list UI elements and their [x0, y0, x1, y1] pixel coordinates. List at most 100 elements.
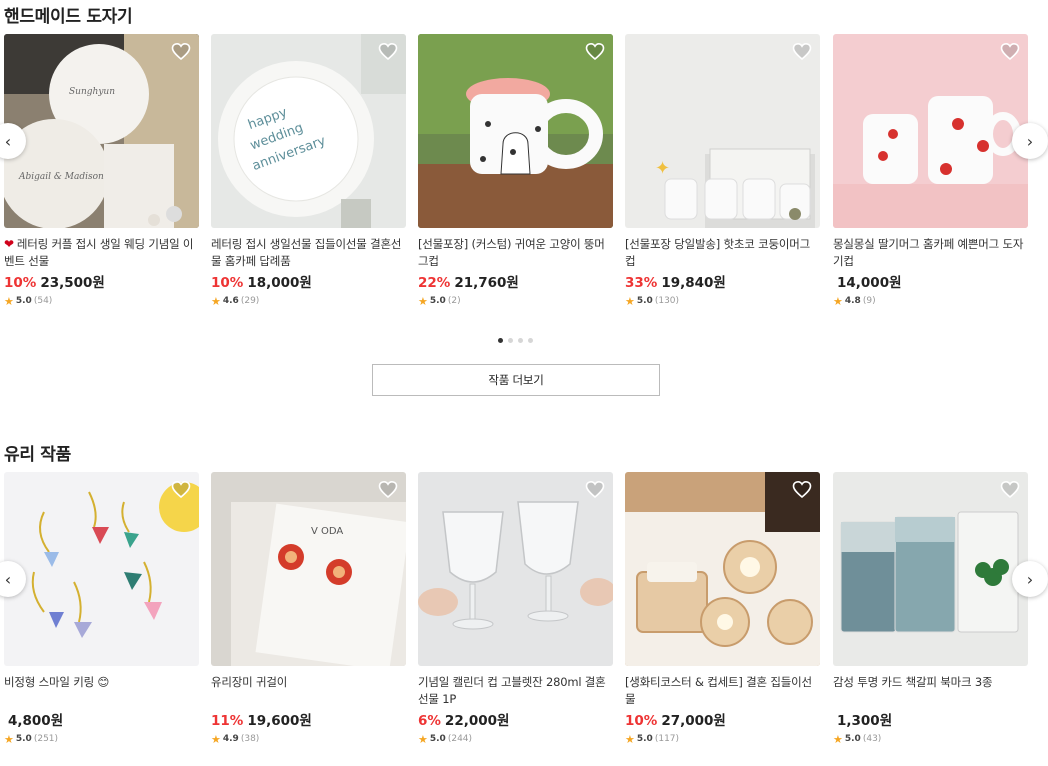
product-name[interactable]: 기념일 캘린더 컵 고블렛잔 280ml 결혼선물 1P [418, 674, 613, 708]
rating: ★ 5.0 (117) [625, 732, 820, 746]
product-image[interactable] [833, 472, 1028, 666]
product-carousel: Sunghyun Abigail & Madison ❤ 레터링 커플 접시 생일… [0, 34, 1048, 324]
price: 1,300원 [837, 713, 893, 729]
product-card[interactable]: happy wedding anniversary 레터링 접시 생일선물 집들… [211, 34, 406, 308]
price: 27,000원 [661, 713, 726, 729]
review-count: (2) [447, 296, 461, 306]
svg-text:Abigail & Madison: Abigail & Madison [18, 172, 104, 182]
price-row: 10% 23,500원 [4, 271, 199, 291]
product-card[interactable]: Sunghyun Abigail & Madison ❤ 레터링 커플 접시 생일… [4, 34, 199, 308]
star-icon: ★ [418, 294, 428, 308]
product-image[interactable] [625, 472, 820, 666]
product-card[interactable]: [선물포장] (커스텀) 귀여운 고양이 뚱머그컵 22% 21,760원 ★ 5.… [418, 34, 613, 308]
product-image[interactable] [4, 472, 199, 666]
discount-rate: 10% [625, 713, 658, 729]
page-dot[interactable] [528, 338, 533, 343]
rating: ★ 5.0 (244) [418, 732, 613, 746]
product-name[interactable]: ❤ 레터링 커플 접시 생일 웨딩 기념일 이벤트 선물 [4, 236, 199, 270]
rating-score: 4.6 [222, 296, 239, 306]
discount-rate: 10% [4, 275, 37, 291]
heart-outline-icon[interactable] [1000, 480, 1020, 500]
star-icon: ★ [4, 732, 14, 746]
product-name[interactable]: 비정형 스마일 키링 😊 [4, 674, 199, 708]
price: 14,000원 [837, 275, 902, 291]
page-dot[interactable] [508, 338, 513, 343]
rating-score: 5.0 [636, 296, 653, 306]
star-icon: ★ [625, 732, 635, 746]
price-row: 11% 19,600원 [211, 709, 406, 729]
rating: ★ 4.9 (38) [211, 732, 406, 746]
product-image[interactable]: happy wedding anniversary [211, 34, 406, 228]
product-card[interactable]: 기념일 캘린더 컵 고블렛잔 280ml 결혼선물 1P 6% 22,000원 ★… [418, 472, 613, 746]
heart-outline-icon[interactable] [171, 42, 191, 62]
product-card[interactable]: 감성 투명 카드 책갈피 북마크 3종 1,300원 ★ 5.0 (43) [833, 472, 1028, 746]
price-row: 10% 27,000원 [625, 709, 820, 729]
product-name[interactable]: [선물포장] (커스텀) 귀여운 고양이 뚱머그컵 [418, 236, 613, 270]
price: 23,500원 [40, 275, 105, 291]
product-image[interactable]: V ODA [211, 472, 406, 666]
rating: ★ 4.6 (29) [211, 294, 406, 308]
discount-rate: 6% [418, 713, 441, 729]
heart-outline-icon[interactable] [792, 42, 812, 62]
product-image[interactable]: Sunghyun Abigail & Madison [4, 34, 199, 228]
product-card[interactable]: 비정형 스마일 키링 😊 4,800원 ★ 5.0 (251) [4, 472, 199, 746]
product-name[interactable]: [생화티코스터 & 컵세트] 결혼 집들이선물 [625, 674, 820, 708]
rating-score: 4.8 [844, 296, 861, 306]
heart-outline-icon[interactable] [378, 480, 398, 500]
review-count: (9) [862, 296, 876, 306]
more-products-button[interactable]: 작품 더보기 [372, 364, 660, 396]
svg-text:V ODA: V ODA [311, 526, 343, 537]
section-title: 핸드메이드 도자기 [4, 7, 133, 27]
heart-outline-icon[interactable] [378, 42, 398, 62]
product-card[interactable]: 몽실몽실 딸기머그 홈카페 예쁜머그 도자기컵 14,000원 ★ 4.8 (9) [833, 34, 1028, 308]
product-name[interactable]: 감성 투명 카드 책갈피 북마크 3종 [833, 674, 1028, 708]
product-image[interactable] [418, 472, 613, 666]
star-icon: ★ [4, 294, 14, 308]
heart-outline-icon[interactable] [171, 480, 191, 500]
chevron-right-icon[interactable]: › [1012, 561, 1048, 597]
discount-rate: 22% [418, 275, 451, 291]
svg-text:Sunghyun: Sunghyun [69, 87, 115, 97]
rating-score: 5.0 [15, 296, 32, 306]
price-row: 14,000원 [833, 271, 1028, 291]
page-dot[interactable] [518, 338, 523, 343]
product-card[interactable]: ✦ [선물포장 당일발송] 핫초코 코둥이머그컵 33% 19,840원 ★ 5.0… [625, 34, 820, 308]
star-icon: ★ [418, 732, 428, 746]
rating-score: 5.0 [844, 734, 861, 744]
product-image[interactable] [418, 34, 613, 228]
rating-score: 5.0 [429, 296, 446, 306]
rating: ★ 5.0 (251) [4, 732, 199, 746]
star-icon: ★ [833, 732, 843, 746]
product-image[interactable] [833, 34, 1028, 228]
review-count: (244) [447, 734, 473, 744]
product-card[interactable]: [생화티코스터 & 컵세트] 결혼 집들이선물 10% 27,000원 ★ 5.0(… [625, 472, 820, 746]
section-title: 유리 작품 [4, 445, 71, 465]
price: 19,600원 [247, 713, 312, 729]
product-name[interactable]: 유리장미 귀걸이 [211, 674, 406, 708]
price: 4,800원 [8, 713, 64, 729]
product-card[interactable]: V ODA 유리장미 귀걸이 11% 19,600원 ★ 4.9 (38) [211, 472, 406, 746]
price: 21,760원 [454, 275, 519, 291]
product-name[interactable]: [선물포장 당일발송] 핫초코 코둥이머그컵 [625, 236, 820, 270]
price-row: 1,300원 [833, 709, 1028, 729]
heart-outline-icon[interactable] [1000, 42, 1020, 62]
heart-outline-icon[interactable] [585, 480, 605, 500]
review-count: (251) [33, 734, 59, 744]
discount-rate: 33% [625, 275, 658, 291]
rating: ★ 5.0 (2) [418, 294, 613, 308]
heart-emoji: ❤ [4, 237, 14, 251]
product-image[interactable]: ✦ [625, 34, 820, 228]
star-icon: ★ [211, 732, 221, 746]
star-icon: ★ [211, 294, 221, 308]
heart-outline-icon[interactable] [792, 480, 812, 500]
page-dot[interactable] [498, 338, 503, 343]
price: 18,000원 [247, 275, 312, 291]
price-row: 33% 19,840원 [625, 271, 820, 291]
rating: ★ 5.0 (130) [625, 294, 820, 308]
price-row: 6% 22,000원 [418, 709, 613, 729]
chevron-right-icon[interactable]: › [1012, 123, 1048, 159]
product-name[interactable]: 몽실몽실 딸기머그 홈카페 예쁜머그 도자기컵 [833, 236, 1028, 270]
heart-outline-icon[interactable] [585, 42, 605, 62]
product-name[interactable]: 레터링 접시 생일선물 집들이선물 결혼선물 홈카페 답례품 [211, 236, 406, 270]
rating-score: 5.0 [429, 734, 446, 744]
